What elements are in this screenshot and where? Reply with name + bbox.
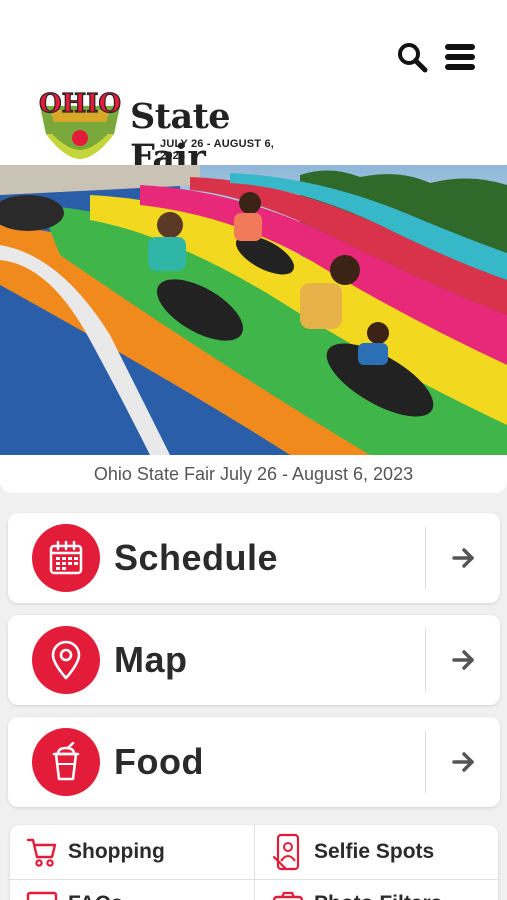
cart-icon [26, 838, 57, 867]
shopping-label: Shopping [68, 840, 165, 863]
ohio-badge-logo: OHIO [38, 88, 122, 159]
map-card[interactable]: Map [8, 615, 500, 705]
arrow-right-icon [452, 548, 474, 568]
quick-link-shopping[interactable]: Shopping [26, 837, 165, 867]
camera-icon [272, 891, 304, 900]
card-divider [425, 527, 426, 589]
food-label: Food [114, 741, 204, 782]
map-pin-icon [32, 626, 100, 694]
hamburger-menu-icon[interactable] [443, 40, 477, 74]
ohio-state-fair-logo[interactable]: OHIO State Fair JULY 26 - AUGUST 6, 2023 [36, 88, 298, 178]
quick-link-selfie-spots[interactable]: Selfie Spots [272, 833, 434, 871]
schedule-label: Schedule [114, 537, 279, 578]
hero-caption: Ohio State Fair July 26 - August 6, 2023 [0, 455, 507, 493]
logo-dates: JULY 26 - AUGUST 6, 2023 [160, 138, 275, 162]
card-divider [425, 629, 426, 691]
food-card[interactable]: Food [8, 717, 500, 807]
map-label: Map [114, 639, 188, 680]
faqs-label: FAQs [68, 892, 123, 900]
hero-caption-text: Ohio State Fair July 26 - August 6, 2023 [93, 463, 414, 484]
phone-selfie-icon [272, 833, 300, 871]
app-header: OHIO State Fair JULY 26 - AUGUST 6, 2023 [0, 0, 507, 178]
faq-icon [26, 891, 58, 900]
schedule-card[interactable]: Schedule [8, 513, 500, 603]
drink-cup-icon [32, 728, 100, 796]
selfie-spots-label: Selfie Spots [314, 840, 435, 863]
quick-link-faqs[interactable]: FAQs [26, 889, 123, 900]
hero-image [0, 165, 507, 455]
photo-filters-label: Photo Filters [314, 892, 442, 900]
arrow-right-icon [452, 650, 474, 670]
header-actions [395, 40, 477, 74]
grid-divider-horizontal [10, 879, 498, 880]
arrow-right-icon [452, 752, 474, 772]
calendar-icon [32, 524, 100, 592]
quick-link-photo-filters[interactable]: Photo Filters [272, 889, 442, 900]
quick-links-grid: Shopping Selfie Spots FAQs Photo Filters [10, 825, 498, 900]
card-divider [425, 731, 426, 793]
svg-text:OHIO: OHIO [39, 89, 121, 119]
grid-divider-vertical [254, 825, 255, 900]
search-icon[interactable] [395, 40, 429, 74]
